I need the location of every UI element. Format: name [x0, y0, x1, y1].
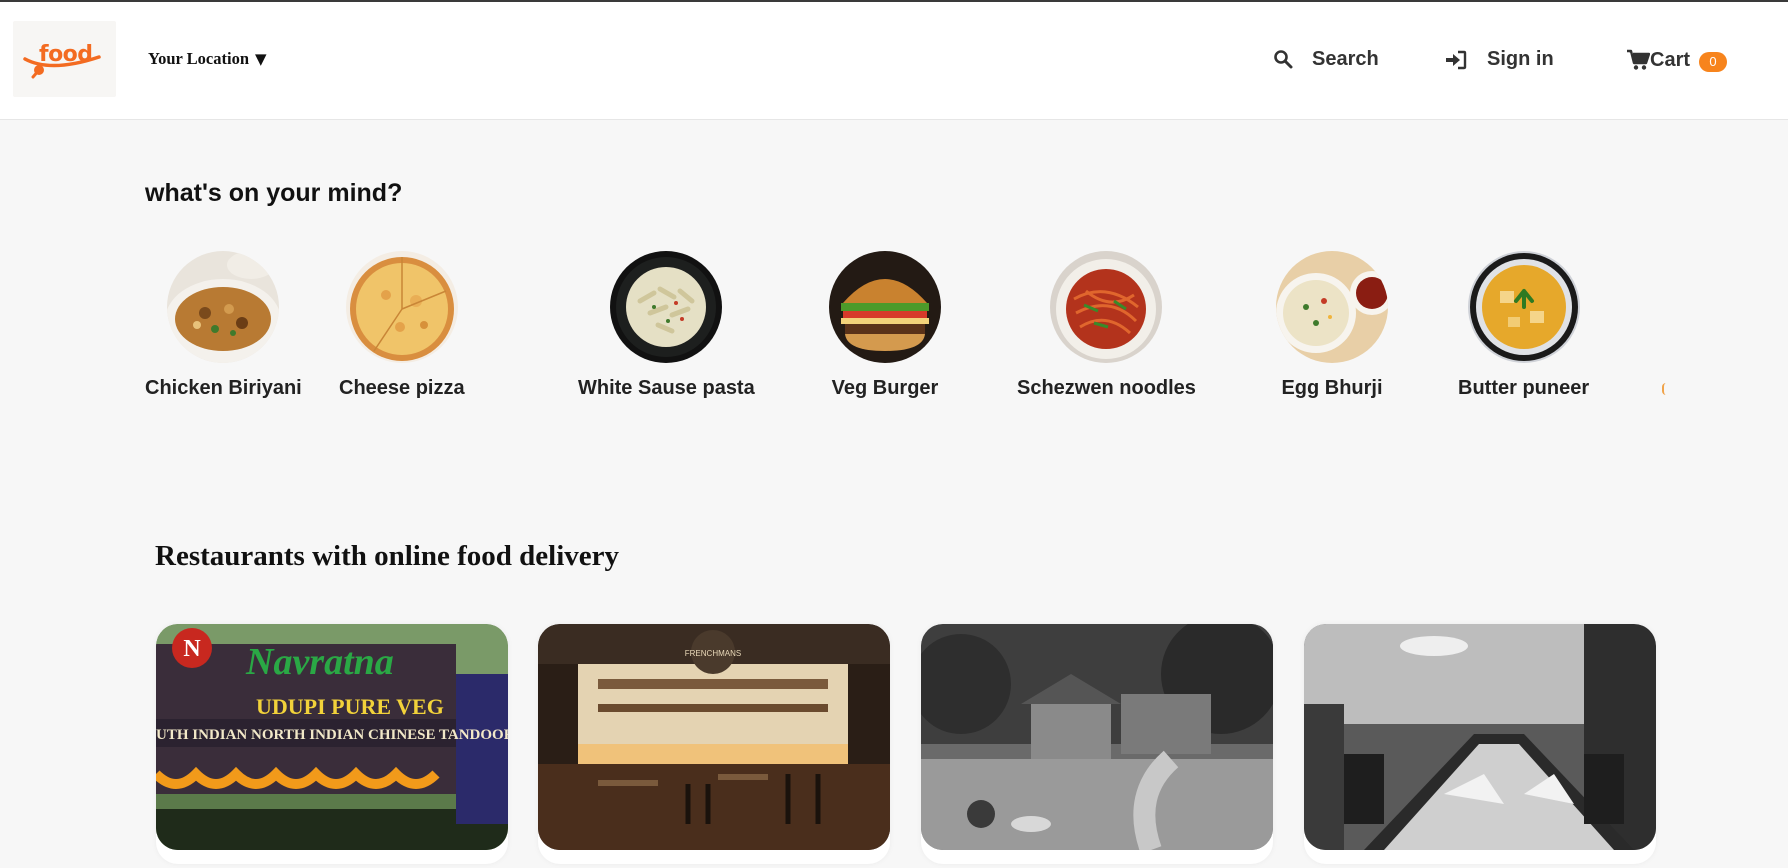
dish-label: Butter puneer: [1458, 377, 1590, 399]
egg-bhurji-image: [1276, 251, 1388, 363]
search-button[interactable]: Search: [1273, 48, 1379, 71]
garden-restaurant-photo: [921, 624, 1273, 850]
brand-logo[interactable]: food: [13, 21, 116, 97]
dish-label: Cheese pizza: [339, 377, 465, 399]
dish-item-butter-puneer[interactable]: Butter puneer: [1458, 251, 1589, 400]
dish-label: Veg Burger: [831, 377, 939, 399]
location-selector[interactable]: Your Location ▼: [148, 49, 267, 69]
section-title-mind: what's on your mind?: [145, 179, 403, 207]
search-icon: [1274, 49, 1293, 68]
restaurant-card[interactable]: FRENCHMANS: [538, 624, 890, 864]
dish-item-veg-burger[interactable]: Veg Burger: [829, 251, 941, 400]
sign-in-label: Sign in: [1487, 48, 1554, 70]
cart-icon: [1627, 49, 1650, 70]
restaurant-card[interactable]: [921, 624, 1273, 864]
navratna-storefront-photo: N Navratna UDUPI PURE VEG UTH INDIAN NOR…: [156, 624, 508, 850]
chevron-down-icon: ▼: [255, 50, 267, 68]
dish-item-white-sauce-pasta[interactable]: White Sause pasta: [578, 251, 755, 400]
pasta-image: [610, 251, 723, 363]
pizza-image: [345, 251, 458, 363]
sign-sub-text: UDUPI PURE VEG: [256, 694, 444, 719]
top-navbar: food Your Location ▼ Search Sign in Cart…: [0, 2, 1788, 120]
cart-count-badge: 0: [1699, 52, 1728, 72]
sign-main-text: Navratna: [245, 641, 394, 683]
sign-in-icon: [1446, 50, 1467, 69]
sign-logo-letter: N: [183, 636, 201, 662]
noodles-image: [1050, 251, 1163, 363]
dish-item-egg-bhurji[interactable]: Egg Bhurji: [1276, 251, 1388, 400]
burger-image: [829, 251, 941, 363]
dish-item-chicken-biriyani[interactable]: Chicken Biriyani: [145, 251, 302, 400]
cart-button[interactable]: Cart 0: [1626, 48, 1728, 72]
paneer-image: [1467, 251, 1580, 363]
cart-label: Cart: [1650, 48, 1691, 71]
sign-main-text: FRENCHMANS: [685, 649, 741, 658]
dish-label: Chicken Biriyani: [145, 377, 302, 399]
dish-label: Schezwen noodles: [1017, 377, 1196, 399]
biryani-image: [167, 251, 280, 363]
logo-text: food: [39, 42, 93, 67]
sign-in-button[interactable]: Sign in: [1445, 48, 1554, 71]
dining-hall-photo: [1304, 624, 1656, 850]
dish-item-cheese-pizza[interactable]: Cheese pizza: [339, 251, 465, 400]
restaurant-interior-photo: FRENCHMANS: [538, 624, 890, 850]
dish-label: White Sause pasta: [578, 377, 755, 399]
dish-item-schezwen-noodles[interactable]: Schezwen noodles: [1017, 251, 1196, 400]
dish-label: Egg Bhurji: [1281, 377, 1383, 399]
section-title-restaurants: Restaurants with online food delivery: [155, 540, 619, 572]
sign-line-text: UTH INDIAN NORTH INDIAN CHINESE TANDOOR: [156, 727, 508, 743]
restaurant-card[interactable]: [1304, 624, 1656, 864]
restaurant-card[interactable]: N Navratna UDUPI PURE VEG UTH INDIAN NOR…: [156, 624, 508, 864]
next-dish-partial: [1662, 383, 1666, 395]
search-label: Search: [1312, 48, 1379, 70]
location-label: Your Location: [148, 49, 249, 68]
